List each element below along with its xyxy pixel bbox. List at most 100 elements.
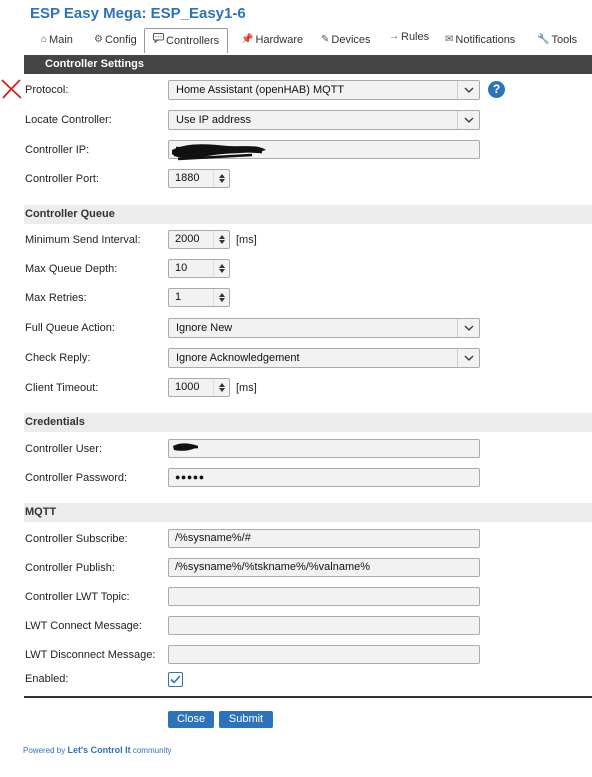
check-reply-label: Check Reply:	[25, 352, 91, 364]
plug-icon: ✎	[321, 34, 330, 45]
home-icon: ⌂	[41, 34, 48, 45]
tab-main[interactable]: ⌂ Main	[41, 28, 73, 52]
section-header-controller-settings: Controller Settings	[24, 55, 592, 74]
full-queue-action-label: Full Queue Action:	[25, 322, 115, 334]
check-reply-select[interactable]: Ignore Acknowledgement	[168, 348, 480, 368]
protocol-label: Protocol:	[25, 84, 69, 96]
controller-subscribe-input[interactable]: /%sysname%/#	[168, 529, 480, 548]
gear-icon: ⚙	[94, 34, 103, 45]
app-title: ESP Easy Mega: ESP_Easy1-6	[30, 5, 246, 22]
max-retries-label: Max Retries:	[25, 292, 87, 304]
submit-button[interactable]: Submit	[219, 711, 273, 728]
max-queue-depth-input[interactable]: 10	[168, 259, 230, 278]
tab-label: Rules	[401, 31, 430, 43]
red-x-annotation-icon	[1, 79, 22, 99]
tab-label: Controllers	[166, 35, 220, 47]
number-spinner[interactable]	[213, 260, 229, 277]
controller-publish-label: Controller Publish:	[25, 562, 115, 574]
lwt-disconnect-message-input[interactable]	[168, 645, 480, 664]
checkmark-icon	[170, 675, 181, 684]
redaction-scribble	[172, 144, 266, 161]
controller-password-label: Controller Password:	[25, 472, 128, 484]
tab-tools[interactable]: 🔧 Tools	[537, 28, 577, 52]
full-queue-action-value: Ignore New	[176, 322, 233, 334]
redaction-scribble	[173, 443, 199, 451]
controller-lwt-topic-input[interactable]	[168, 587, 480, 606]
lwt-disconnect-message-label: LWT Disconnect Message:	[25, 649, 156, 661]
close-button[interactable]: Close	[168, 711, 214, 728]
controller-password-input[interactable]: ●●●●●	[168, 468, 480, 487]
section-header-credentials: Credentials	[24, 413, 592, 432]
arrow-right-icon: →	[389, 31, 399, 42]
tab-devices[interactable]: ✎ Devices	[321, 28, 371, 52]
footer-brand-link[interactable]: Let's Control It	[67, 745, 130, 755]
controller-subscribe-label: Controller Subscribe:	[25, 533, 128, 545]
check-reply-value: Ignore Acknowledgement	[176, 352, 300, 364]
client-timeout-label: Client Timeout:	[25, 382, 99, 394]
wrench-icon: 🔧	[537, 34, 550, 45]
form-divider	[24, 696, 592, 698]
tab-hardware[interactable]: 📌 Hardware	[241, 28, 303, 52]
nav-tabs: ⌂ Main ⚙ Config Controllers 📌 Hardware ✎ Dev…	[24, 25, 592, 53]
controller-subscribe-value: /%sysname%/#	[175, 532, 251, 544]
chevron-down-icon	[457, 349, 479, 367]
footer-prefix: Powered by	[23, 746, 66, 755]
full-queue-action-select[interactable]: Ignore New	[168, 318, 480, 338]
chat-icon	[153, 29, 164, 53]
lwt-connect-message-label: LWT Connect Message:	[25, 620, 142, 632]
help-icon[interactable]: ?	[488, 81, 505, 98]
min-send-interval-value: 2000	[175, 233, 200, 245]
max-retries-value: 1	[175, 291, 182, 303]
max-queue-depth-label: Max Queue Depth:	[25, 263, 118, 275]
enabled-label: Enabled:	[25, 673, 69, 685]
max-retries-input[interactable]: 1	[168, 288, 230, 307]
controller-port-label: Controller Port:	[25, 173, 99, 185]
footer: Powered by Let's Control It community	[23, 745, 172, 755]
tab-controllers[interactable]: Controllers	[144, 28, 229, 53]
tab-config[interactable]: ⚙ Config	[94, 28, 137, 52]
locate-controller-value: Use IP address	[176, 114, 252, 126]
controller-user-label: Controller User:	[25, 443, 103, 455]
tab-label: Hardware	[255, 34, 304, 46]
chevron-down-icon	[457, 111, 479, 129]
number-spinner[interactable]	[213, 231, 229, 248]
protocol-select[interactable]: Home Assistant (openHAB) MQTT	[168, 80, 480, 100]
envelope-icon: ✉	[445, 34, 454, 45]
controller-ip-label: Controller IP:	[25, 144, 90, 156]
controller-password-value: ●●●●●	[175, 472, 205, 482]
controller-port-input[interactable]: 1880	[168, 169, 230, 188]
max-queue-depth-value: 10	[175, 262, 188, 274]
number-spinner[interactable]	[213, 289, 229, 306]
client-timeout-input[interactable]: 1000	[168, 378, 230, 397]
tab-label: Main	[49, 34, 73, 46]
chevron-down-icon	[457, 319, 479, 337]
tab-label: Notifications	[455, 34, 516, 46]
client-timeout-value: 1000	[175, 381, 200, 393]
controller-publish-value: /%sysname%/%tskname%/%valname%	[175, 561, 371, 573]
protocol-value: Home Assistant (openHAB) MQTT	[176, 84, 345, 96]
chevron-down-icon	[457, 81, 479, 99]
tab-label: Devices	[331, 34, 371, 46]
controller-user-input[interactable]	[168, 439, 480, 458]
number-spinner[interactable]	[213, 379, 229, 396]
footer-suffix: community	[132, 746, 172, 755]
min-send-interval-unit: [ms]	[236, 234, 257, 246]
pushpin-icon: 📌	[241, 34, 254, 45]
controller-port-value: 1880	[175, 172, 200, 184]
tab-label: Config	[104, 34, 137, 46]
section-header-controller-queue: Controller Queue	[24, 205, 592, 224]
tab-label: Tools	[551, 34, 578, 46]
client-timeout-unit: [ms]	[236, 382, 257, 394]
locate-controller-select[interactable]: Use IP address	[168, 110, 480, 130]
number-spinner[interactable]	[213, 170, 229, 187]
controller-lwt-topic-label: Controller LWT Topic:	[25, 591, 130, 603]
controller-publish-input[interactable]: /%sysname%/%tskname%/%valname%	[168, 558, 480, 577]
min-send-interval-input[interactable]: 2000	[168, 230, 230, 249]
min-send-interval-label: Minimum Send Interval:	[25, 234, 141, 246]
lwt-connect-message-input[interactable]	[168, 616, 480, 635]
section-header-mqtt: MQTT	[24, 503, 592, 522]
enabled-checkbox[interactable]	[168, 672, 183, 687]
tab-notifications[interactable]: ✉ Notifications	[445, 28, 515, 52]
locate-controller-label: Locate Controller:	[25, 114, 112, 126]
tab-rules[interactable]: → Rules	[389, 25, 429, 49]
